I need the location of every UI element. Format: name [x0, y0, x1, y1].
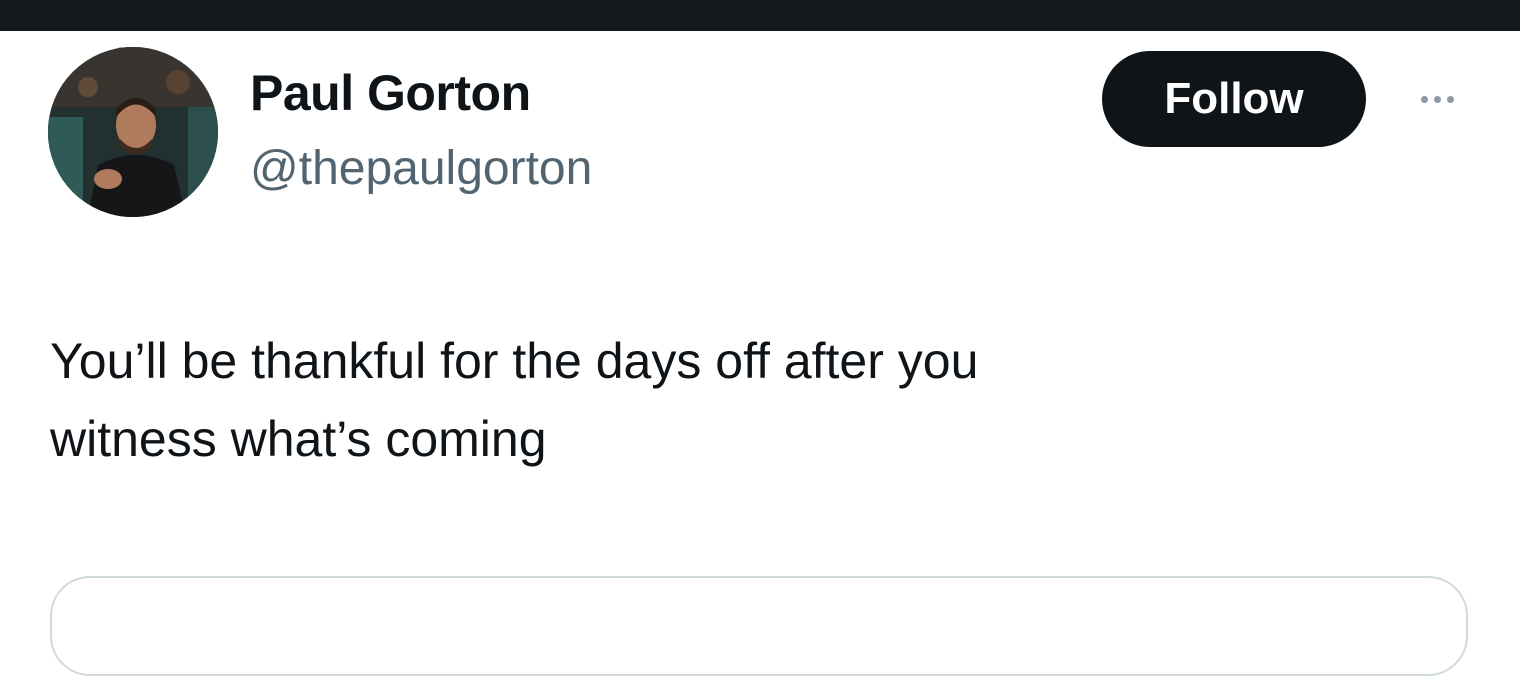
- dot: [1446, 95, 1454, 103]
- embedded-card[interactable]: [50, 576, 1468, 676]
- author-handle[interactable]: @thepaulgorton: [250, 145, 592, 193]
- dot: [1420, 95, 1428, 103]
- avatar[interactable]: [48, 47, 218, 217]
- follow-button[interactable]: Follow: [1102, 51, 1366, 147]
- dot: [1433, 95, 1441, 103]
- author-display-name[interactable]: Paul Gorton: [250, 68, 531, 118]
- tweet-text: You’ll be thankful for the days off afte…: [50, 322, 1350, 478]
- tweet-text-line: You’ll be thankful for the days off afte…: [50, 333, 979, 389]
- tweet-text-line: witness what’s coming: [50, 411, 547, 467]
- top-bar: [0, 0, 1520, 31]
- profile-photo-icon: [48, 47, 218, 217]
- ellipsis-icon[interactable]: [1402, 86, 1472, 112]
